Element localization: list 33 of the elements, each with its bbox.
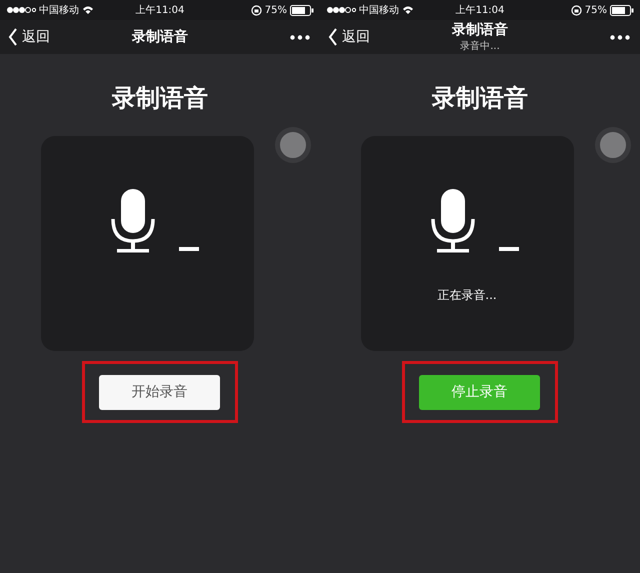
wifi-icon	[82, 5, 94, 15]
nav-title: 录制语音	[452, 21, 508, 39]
back-button[interactable]: 返回	[8, 28, 50, 46]
chevron-left-icon	[328, 28, 338, 46]
chevron-left-icon	[8, 28, 18, 46]
signal-icon	[326, 6, 356, 14]
rotation-lock-icon	[250, 4, 262, 16]
cursor-mark	[499, 247, 519, 251]
page-heading: 录制语音	[112, 83, 208, 114]
nav-title: 录制语音	[132, 28, 188, 46]
clock-time: 上午11:04	[456, 4, 504, 17]
battery-percent: 75%	[264, 4, 287, 16]
rotation-lock-icon	[570, 4, 582, 16]
floating-ball-icon[interactable]	[275, 127, 311, 163]
microphone-icon	[109, 189, 157, 253]
more-button[interactable]	[288, 32, 312, 42]
battery-icon	[290, 4, 314, 16]
wifi-icon	[402, 5, 414, 15]
start-recording-button[interactable]: 开始录音	[99, 374, 220, 410]
nav-subtitle: 录音中...	[460, 40, 500, 53]
signal-icon	[6, 6, 36, 14]
cursor-mark	[179, 247, 199, 251]
microphone-icon	[429, 189, 477, 253]
page-heading: 录制语音	[432, 83, 528, 114]
carrier-name: 中国移动	[39, 4, 79, 17]
recording-status: 正在录音...	[437, 287, 497, 304]
carrier-name: 中国移动	[359, 4, 399, 17]
back-button[interactable]: 返回	[328, 28, 370, 46]
floating-ball-icon[interactable]	[595, 127, 631, 163]
battery-icon	[610, 4, 634, 16]
battery-percent: 75%	[584, 4, 607, 16]
more-button[interactable]	[608, 32, 632, 42]
clock-time: 上午11:04	[136, 4, 184, 17]
